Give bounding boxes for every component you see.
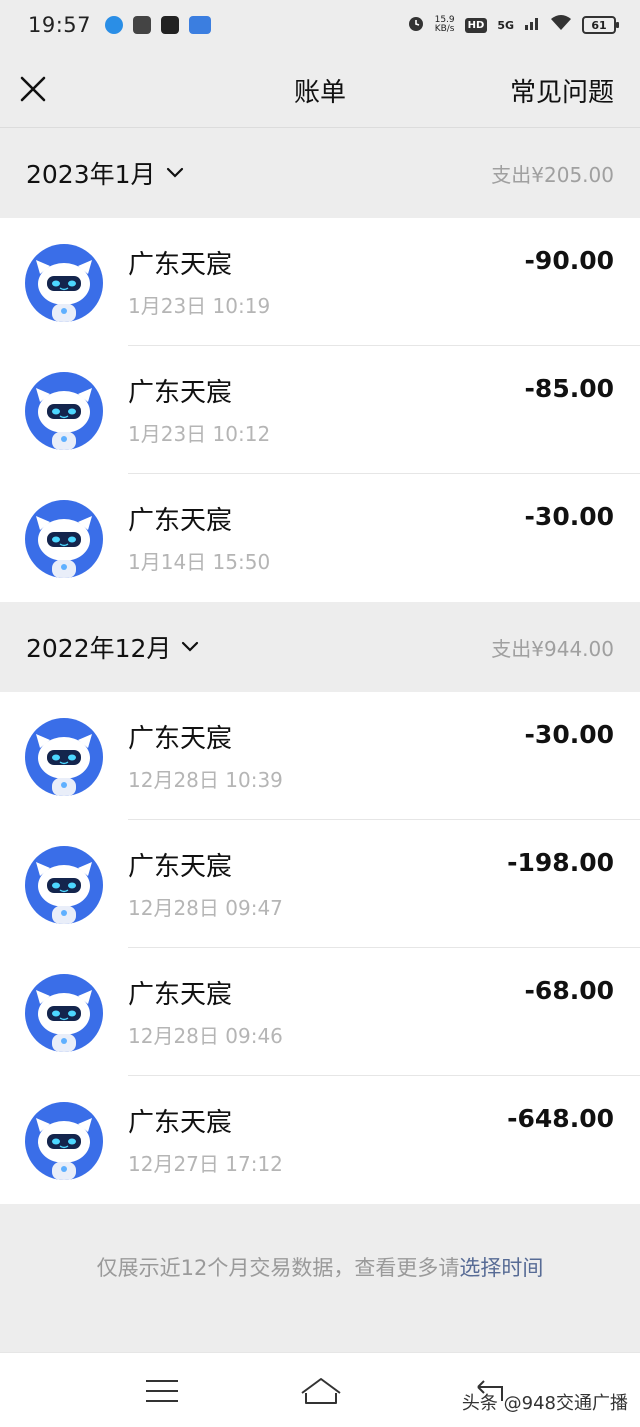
robot-avatar-icon <box>25 974 103 1052</box>
book-icon <box>133 16 152 34</box>
merchant-name: 广东天宸 <box>128 980 233 1010</box>
close-icon <box>20 76 46 102</box>
select-time-link[interactable]: 选择时间 <box>459 1256 543 1280</box>
merchant-name: 广东天宸 <box>128 250 233 280</box>
robot-avatar-icon <box>25 244 103 322</box>
transaction-time: 1月14日 15:50 <box>128 550 271 574</box>
merchant-name: 广东天宸 <box>128 852 233 882</box>
close-button[interactable] <box>16 72 50 106</box>
transaction-time: 1月23日 10:19 <box>128 294 271 318</box>
app-badge-icon <box>189 16 212 34</box>
watermark: 头条 @948交通广播 <box>461 1393 628 1414</box>
transaction-row[interactable]: 广东天宸 12月28日 09:46 -68.00 <box>0 948 640 1076</box>
merchant-name: 广东天宸 <box>128 724 233 754</box>
robot-avatar-icon <box>25 1102 103 1180</box>
battery-icon: 61 <box>582 16 619 34</box>
month-expense: 支出¥205.00 <box>491 162 614 187</box>
transaction-time: 1月23日 10:12 <box>128 422 271 446</box>
merchant-name: 广东天宸 <box>128 506 233 536</box>
transaction-time: 12月28日 10:39 <box>128 768 283 792</box>
status-app-icons <box>105 16 212 34</box>
transaction-row[interactable]: 广东天宸 12月28日 09:47 -198.00 <box>0 820 640 948</box>
transaction-row[interactable]: 广东天宸 1月23日 10:19 -90.00 <box>0 218 640 346</box>
nav-bar: 账单 常见问题 <box>0 50 640 128</box>
status-right: 15.9 KB/s HD 5G 61 <box>407 14 619 36</box>
status-time: 19:57 <box>28 13 92 37</box>
home-icon <box>301 1378 341 1404</box>
transaction-list: 广东天宸 1月23日 10:19 -90.00 广东天宸 1月23日 10:12… <box>0 218 640 602</box>
transaction-time: 12月27日 17:12 <box>128 1152 283 1176</box>
chevron-down-icon <box>182 641 199 652</box>
transaction-amount: -85.00 <box>524 374 614 403</box>
month-selector[interactable]: 2022年12月 <box>26 629 199 665</box>
transaction-row[interactable]: 广东天宸 1月23日 10:12 -85.00 <box>0 346 640 474</box>
transaction-amount: -68.00 <box>524 976 614 1005</box>
transaction-amount: -30.00 <box>524 720 614 749</box>
transaction-amount: -90.00 <box>524 246 614 275</box>
chevron-down-icon <box>166 167 183 178</box>
transaction-row[interactable]: 广东天宸 1月14日 15:50 -30.00 <box>0 474 640 602</box>
transaction-amount: -648.00 <box>507 1104 614 1133</box>
footer-text: 仅展示近12个月交易数据，查看更多请 <box>96 1256 460 1280</box>
month-expense: 支出¥944.00 <box>491 636 614 661</box>
merchant-name: 广东天宸 <box>128 378 233 408</box>
transaction-amount: -198.00 <box>507 848 614 877</box>
robot-avatar-icon <box>25 372 103 450</box>
month-label: 2022年12月 <box>26 634 172 663</box>
robot-avatar-icon <box>25 846 103 924</box>
transaction-amount: -30.00 <box>524 502 614 531</box>
network-type: 5G <box>497 18 514 32</box>
tiktok-icon <box>161 16 180 34</box>
transaction-time: 12月28日 09:46 <box>128 1024 283 1048</box>
footer-note: 仅展示近12个月交易数据，查看更多请选择时间 <box>0 1252 640 1282</box>
transaction-row[interactable]: 广东天宸 12月28日 10:39 -30.00 <box>0 692 640 820</box>
robot-avatar-icon <box>25 500 103 578</box>
signal-icon <box>524 15 540 35</box>
robot-avatar-icon <box>25 718 103 796</box>
month-header: 2023年1月 支出¥205.00 <box>0 128 640 218</box>
browser-icon <box>105 16 124 34</box>
transaction-list: 广东天宸 12月28日 10:39 -30.00 广东天宸 12月28日 09:… <box>0 692 640 1204</box>
transaction-time: 12月28日 09:47 <box>128 896 283 920</box>
status-bar: 19:57 15.9 KB/s HD 5G 61 <box>0 0 640 50</box>
home-button[interactable] <box>298 1373 344 1409</box>
month-header: 2022年12月 支出¥944.00 <box>0 602 640 692</box>
faq-link[interactable]: 常见问题 <box>510 72 614 109</box>
menu-button[interactable] <box>142 1373 182 1409</box>
month-label: 2023年1月 <box>26 160 156 189</box>
month-selector[interactable]: 2023年1月 <box>26 155 184 191</box>
menu-icon <box>146 1380 178 1402</box>
battery-level: 61 <box>591 18 607 32</box>
system-nav-bar: 头条 @948交通广播 <box>0 1352 640 1427</box>
transaction-row[interactable]: 广东天宸 12月27日 17:12 -648.00 <box>0 1076 640 1204</box>
wifi-icon <box>550 14 572 36</box>
net-speed-unit: KB/s <box>434 24 455 34</box>
hd-badge: HD <box>464 17 488 33</box>
merchant-name: 广东天宸 <box>128 1108 233 1138</box>
alarm-icon <box>407 14 425 36</box>
net-speed: 15.9 KB/s <box>435 16 455 34</box>
